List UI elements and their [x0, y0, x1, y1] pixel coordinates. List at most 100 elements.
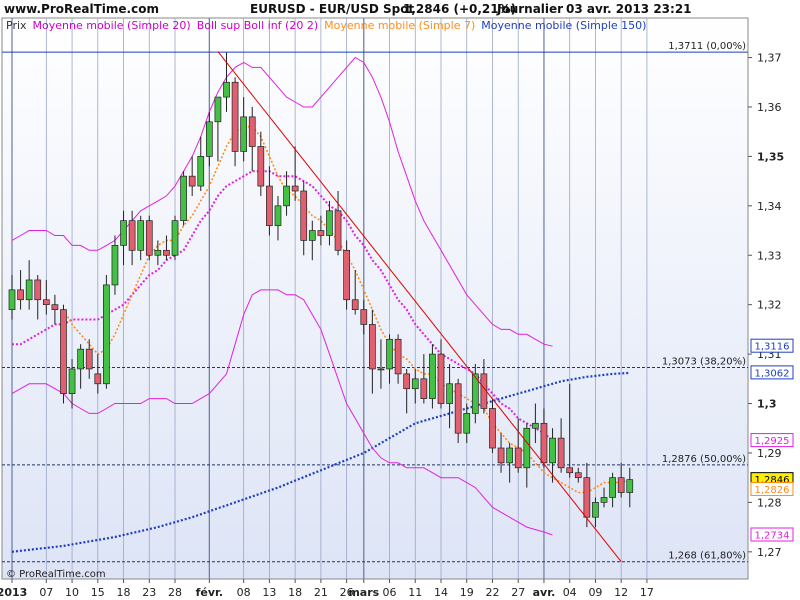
candle-down: [257, 146, 265, 187]
candle-down: [343, 249, 350, 301]
y-tick-label: 1,34: [757, 200, 782, 213]
candle-down: [188, 175, 196, 187]
candle-down: [454, 383, 462, 434]
candle-down: [145, 220, 153, 256]
candle-down: [266, 185, 273, 226]
x-tick-label: 06: [383, 586, 397, 599]
candle-up: [240, 116, 248, 152]
candle-down: [163, 249, 170, 256]
y-tick-label: 1,37: [757, 52, 782, 65]
candle-up: [214, 96, 222, 123]
candle-down: [420, 378, 428, 399]
candle-up: [592, 502, 599, 518]
x-tick-label: 22: [485, 586, 499, 599]
x-tick-label: 08: [237, 586, 251, 599]
y-tick-label: 1,3: [757, 398, 777, 411]
candle-up: [377, 368, 385, 371]
candle-up: [429, 353, 436, 399]
y-tick-label: 1,33: [757, 249, 782, 262]
x-tick-label: 11: [408, 586, 422, 599]
x-tick-label: 13: [262, 586, 276, 599]
price-chart[interactable]: 1,3711 (0,00%) 1,3073 (38,20%) 1,2876 (50,…: [0, 0, 800, 600]
candle-up: [180, 175, 187, 222]
candle-up: [68, 368, 76, 394]
y-tick-label: 1,27: [757, 546, 782, 559]
legend-item: Moyenne mobile (Simple 150): [481, 19, 646, 32]
candle-up: [205, 121, 213, 157]
candle-down: [540, 422, 548, 464]
candle-down: [497, 447, 505, 464]
candle-up: [532, 422, 539, 429]
candle-down: [34, 279, 42, 301]
candle-up: [609, 477, 616, 498]
candle-up: [506, 447, 513, 464]
candle-down: [334, 210, 342, 251]
y-tick-label: 1,28: [757, 496, 782, 509]
fibonacci-level-label: 1,2876 (50,00%): [662, 454, 746, 465]
candle-up: [549, 437, 556, 464]
candle-down: [42, 299, 50, 306]
candle-down: [51, 304, 59, 310]
candle-up: [326, 210, 333, 236]
legend: Prix Moyenne mobile (Simple 20) Boll sup B…: [6, 19, 646, 32]
candle-up: [103, 284, 110, 385]
candle-up: [523, 427, 531, 469]
candle-down: [351, 299, 359, 310]
x-tick-label: 19: [460, 586, 474, 599]
candle-up: [446, 383, 453, 404]
candle-down: [617, 477, 625, 493]
candle-up: [25, 279, 33, 301]
x-tick-label: 09: [588, 586, 602, 599]
x-tick-label: avr.: [533, 586, 556, 599]
legend-item: Boll sup Boll inf (20 2): [197, 19, 318, 32]
candle-down: [291, 185, 299, 192]
x-tick-label: 07: [39, 586, 53, 599]
candle-up: [411, 378, 419, 390]
candle-down: [394, 338, 402, 375]
candle-down: [317, 230, 325, 236]
y-tick-label: 1,32: [757, 299, 782, 312]
candle-down: [583, 477, 591, 518]
candle-down: [85, 348, 93, 370]
candle-down: [489, 408, 496, 449]
copyright-label: © ProRealTime.com: [6, 569, 106, 580]
x-tick-label: 21: [314, 586, 328, 599]
candle-up: [386, 338, 393, 370]
candle-up: [77, 348, 84, 370]
candle-down: [60, 309, 67, 394]
x-tick-label: mars: [348, 586, 379, 599]
x-tick-label: 04: [563, 586, 577, 599]
fibonacci-level-label: 1,3711 (0,00%): [668, 41, 746, 52]
x-axis: 2013 07 10 15 18 23 28 févr. 08 13 18 21 26mars 06 11 1…: [0, 579, 654, 599]
candle-down: [248, 116, 256, 147]
candle-down: [403, 373, 411, 390]
x-tick-label: 18: [117, 586, 131, 599]
candle-up: [463, 413, 471, 434]
candle-down: [566, 467, 574, 474]
x-tick-label: 27: [511, 586, 525, 599]
y-tick-label: 1,36: [757, 101, 782, 114]
plot-area[interactable]: [1, 17, 749, 580]
candle-up: [197, 156, 205, 187]
price-tag-label: 1,2826: [755, 485, 790, 496]
candle-up: [223, 81, 230, 98]
y-tick-label: 1,29: [757, 447, 782, 460]
price-tag-label: 1,3116: [755, 342, 790, 353]
fibonacci-level-label: 1,268 (61,80%): [668, 551, 746, 562]
candle-down: [360, 309, 368, 325]
candle-down: [94, 373, 102, 385]
legend-item: Prix: [6, 19, 27, 32]
candle-up: [111, 245, 119, 286]
candle-up: [600, 497, 608, 503]
y-tick-label: 1,35: [757, 150, 784, 163]
x-tick-label: févr.: [196, 586, 223, 599]
x-tick-label: 15: [91, 586, 105, 599]
x-tick-label: 23: [142, 586, 156, 599]
candle-up: [171, 220, 179, 256]
candle-down: [574, 472, 582, 479]
candle-down: [369, 324, 376, 370]
x-tick-label: 28: [168, 586, 182, 599]
candle-down: [17, 289, 24, 301]
candle-down: [514, 447, 522, 469]
price-tags: 1,31161,30621,29251,28461,28261,2734: [750, 338, 794, 542]
